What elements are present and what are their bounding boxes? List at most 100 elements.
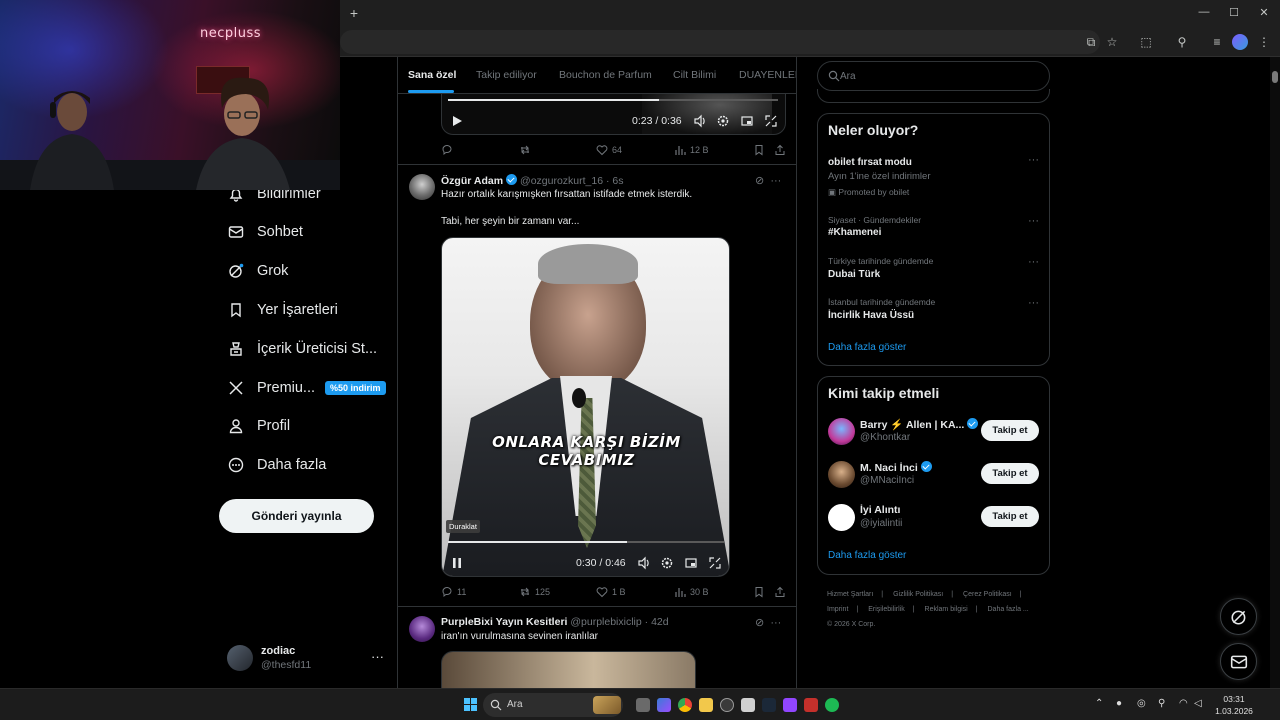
nav-item-grok[interactable]: Grok (228, 259, 288, 283)
share-icon[interactable] (774, 144, 786, 156)
volume-icon[interactable] (637, 556, 651, 570)
play-icon[interactable] (450, 114, 464, 128)
video-progress-bar[interactable] (448, 541, 724, 543)
trend-more-icon[interactable]: ··· (1028, 154, 1039, 166)
pip-icon[interactable] (740, 114, 754, 128)
repost-button[interactable] (519, 144, 535, 156)
volume-icon[interactable] (693, 114, 707, 128)
copilot-icon[interactable] (657, 698, 671, 712)
share-icon[interactable] (774, 586, 786, 598)
trend-title[interactable]: #Khamenei (828, 227, 881, 238)
bookmark-icon[interactable] (753, 586, 765, 598)
system-clock[interactable]: 03:31 1.03.2026 (1212, 693, 1256, 717)
nav-item-chat[interactable]: Sohbet (228, 220, 303, 244)
pip-icon[interactable] (684, 556, 698, 570)
grok-floating-button[interactable] (1220, 598, 1257, 635)
footer-link[interactable]: Erişilebilirlik (868, 606, 905, 613)
suggestion-name[interactable]: M. Naci İnci (860, 461, 935, 474)
spotify-icon[interactable] (825, 698, 839, 712)
bookmark-star-icon[interactable]: ☆ (1104, 34, 1120, 50)
post-button[interactable]: Gönderi yayınla (219, 499, 374, 533)
steam-icon[interactable] (762, 698, 776, 712)
account-switcher[interactable]: zodiac @thesfd11 ··· (227, 643, 387, 675)
tray-app-icon[interactable]: ◎ (1137, 698, 1146, 709)
trend-more-icon[interactable]: ··· (1028, 256, 1039, 268)
footer-link[interactable]: Daha fazla ... (988, 606, 1029, 613)
close-window-button[interactable]: ✕ (1256, 6, 1272, 19)
tray-overflow-icon[interactable]: ⌃ (1095, 698, 1103, 709)
account-more-icon[interactable]: ··· (371, 649, 384, 664)
grok-explain-icon[interactable]: ⊘ (755, 617, 764, 629)
scrollbar[interactable] (1270, 57, 1280, 688)
follow-button[interactable]: Takip et (981, 506, 1039, 527)
task-view-icon[interactable] (636, 698, 650, 712)
wifi-icon[interactable]: ◠ (1179, 698, 1188, 709)
suggestion-name[interactable]: İyi Alıntı (860, 504, 900, 516)
settings-icon[interactable] (660, 556, 674, 570)
reply-button[interactable]: 11 (441, 586, 466, 598)
like-button[interactable]: 64 (596, 144, 622, 156)
address-bar[interactable] (340, 30, 1100, 54)
trend-title[interactable]: obilet fırsat modu (828, 157, 912, 168)
avatar[interactable] (409, 174, 435, 200)
tray-mic-icon[interactable]: ⚲ (1158, 698, 1165, 709)
grok-explain-icon[interactable]: ⊘ (755, 175, 764, 187)
profile-avatar-icon[interactable] (1232, 34, 1248, 50)
tweet-media[interactable] (441, 651, 696, 688)
tab-bouchon-de-parfum[interactable]: Bouchon de Parfum (559, 69, 652, 81)
video-progress-bar[interactable] (448, 99, 778, 101)
settings-icon[interactable] (716, 114, 730, 128)
nav-item-creator-studio[interactable]: İçerik Üreticisi St... (228, 337, 377, 361)
app-icon[interactable] (720, 698, 734, 712)
app-icon[interactable] (741, 698, 755, 712)
avatar[interactable] (828, 504, 855, 531)
top-video-player[interactable]: 0:23 / 0:36 (441, 94, 786, 135)
tab-cilt-bilimi[interactable]: Cilt Bilimi (673, 69, 716, 81)
video-player[interactable]: ONLARA KARŞI BİZİM CEVABIMIZ Duraklat 0:… (441, 237, 730, 577)
tab-following[interactable]: Takip ediliyor (476, 69, 537, 81)
who-to-follow-show-more-link[interactable]: Daha fazla göster (828, 550, 906, 561)
like-button[interactable]: 1 B (596, 586, 626, 598)
avatar[interactable] (828, 418, 855, 445)
app-icon[interactable] (804, 698, 818, 712)
messages-floating-button[interactable] (1220, 643, 1257, 680)
speaker-icon[interactable]: ◁ (1194, 698, 1202, 709)
minimize-button[interactable]: — (1196, 6, 1212, 18)
tray-app-icon[interactable]: ● (1116, 698, 1122, 709)
maximize-button[interactable]: ☐ (1226, 6, 1242, 19)
tweet-more-icon[interactable]: ··· (770, 175, 781, 187)
follow-button[interactable]: Takip et (981, 420, 1039, 441)
extension-icon[interactable]: ⚲ (1174, 34, 1190, 50)
tweet-more-icon[interactable]: ··· (770, 617, 781, 629)
footer-link[interactable]: Reklam bilgisi (925, 606, 968, 613)
follow-button[interactable]: Takip et (981, 463, 1039, 484)
footer-link[interactable]: Çerez Politikası (963, 591, 1012, 598)
chrome-icon[interactable] (678, 698, 692, 712)
tab-duayenler[interactable]: DUAYENLER (739, 69, 796, 81)
media-control-icon[interactable]: ≡ (1209, 34, 1225, 50)
tab-for-you[interactable]: Sana özel (408, 69, 456, 81)
avatar[interactable] (409, 616, 435, 642)
trend-more-icon[interactable]: ··· (1028, 297, 1039, 309)
nav-item-bookmarks[interactable]: Yer İşaretleri (228, 298, 338, 322)
nav-item-profile[interactable]: Profil (228, 414, 290, 438)
tweet-author[interactable]: PurpleBixi Yayın Kesitleri @purplebixicl… (441, 616, 669, 628)
repost-button[interactable]: 125 (519, 586, 550, 598)
views-button[interactable]: 12 B (674, 144, 709, 156)
app-icon[interactable] (783, 698, 797, 712)
fullscreen-icon[interactable] (708, 556, 722, 570)
nav-item-premium[interactable]: Premiu... %50 indirim (228, 376, 386, 400)
trend-title[interactable]: Dubai Türk (828, 269, 880, 280)
windows-start-icon[interactable] (464, 698, 477, 711)
new-tab-button[interactable]: + (346, 5, 362, 21)
reply-button[interactable] (441, 144, 457, 156)
install-app-icon[interactable]: ⧉ (1083, 34, 1099, 50)
pause-icon[interactable] (450, 556, 464, 570)
footer-link[interactable]: Imprint (827, 606, 848, 613)
extensions-icon[interactable]: ⬚ (1138, 34, 1154, 50)
footer-link[interactable]: Gizlilik Politikası (893, 591, 943, 598)
file-explorer-icon[interactable] (699, 698, 713, 712)
bookmark-icon[interactable] (753, 144, 765, 156)
views-button[interactable]: 30 B (674, 586, 709, 598)
taskbar-search[interactable]: Ara (483, 693, 623, 717)
